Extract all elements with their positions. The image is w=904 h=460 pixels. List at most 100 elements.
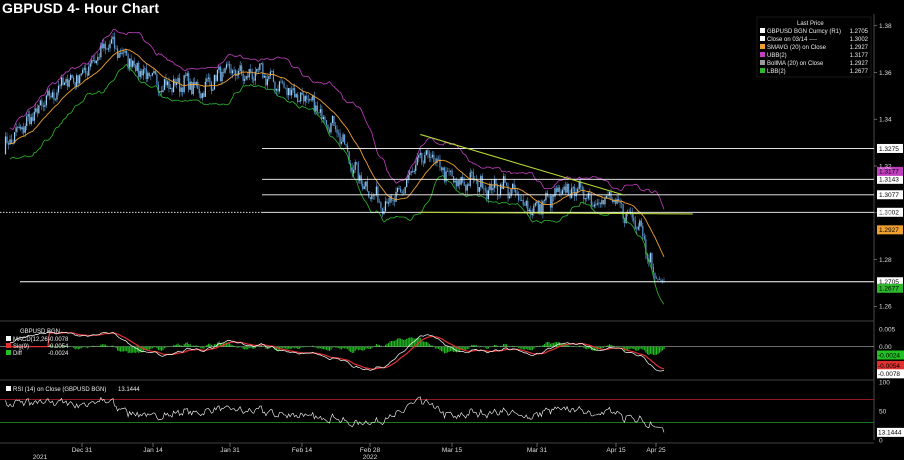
- macd-diff-bar: [198, 346, 200, 348]
- macd-diff-bar: [165, 346, 167, 348]
- price-candle-body: [557, 187, 559, 193]
- price-candle-body: [221, 71, 223, 82]
- macd-diff-bar: [654, 346, 656, 356]
- price-candle-body: [151, 73, 153, 76]
- price-candle-body: [203, 93, 205, 97]
- macd-diff-bar: [319, 346, 321, 349]
- macd-diff-bar: [556, 342, 558, 347]
- macd-diff-bar: [542, 345, 544, 347]
- macd-diff-bar: [250, 346, 252, 348]
- price-candle-body: [543, 200, 546, 201]
- price-candle-body: [613, 200, 615, 203]
- price-candle-body: [380, 202, 382, 209]
- price-candle-body: [339, 133, 341, 144]
- price-candle-body: [587, 192, 589, 199]
- macd-diff-bar: [394, 340, 396, 347]
- price-candle-body: [50, 95, 52, 98]
- price-candle-body: [368, 191, 370, 198]
- price-candle-body: [110, 39, 113, 44]
- price-candle-body: [200, 93, 202, 99]
- price-candle-body: [561, 190, 564, 195]
- price-candle-body: [231, 70, 234, 74]
- macd-diff-bar: [179, 344, 181, 347]
- price-candle-body: [280, 81, 282, 83]
- price-candle-body: [565, 186, 567, 193]
- macd-diff-bar: [512, 345, 514, 347]
- macd-diff-bar: [297, 346, 299, 349]
- legend-layer: Last Price GBPUSD BGN Curncy (R1) 1.2705 Cl…: [6, 16, 872, 393]
- legend-header: Last Price: [797, 21, 824, 27]
- macd-diff-bar: [353, 346, 355, 353]
- price-candle-body: [319, 109, 321, 113]
- macd-diff-bar: [509, 346, 511, 348]
- price-candle-body: [412, 171, 414, 173]
- price-candle-body: [26, 116, 28, 126]
- price-candle-body: [281, 81, 284, 83]
- price-candle-body: [651, 253, 653, 268]
- price-candle-body: [424, 154, 426, 164]
- price-candle-body: [103, 43, 105, 49]
- price-candle-body: [245, 75, 247, 79]
- price-candle-body: [91, 60, 93, 64]
- price-candle-body: [353, 169, 355, 174]
- price-candle-body: [549, 196, 552, 208]
- macd-diff-bar: [389, 341, 391, 347]
- price-candle-body: [356, 162, 358, 164]
- macd-diff-bar: [79, 346, 81, 349]
- macd-diff-bar: [282, 346, 284, 349]
- macd-diff-bar: [85, 346, 87, 348]
- macd-diff-bar: [487, 346, 490, 349]
- price-candle-body: [640, 220, 642, 226]
- macd-diff-bar: [338, 346, 340, 348]
- legend-swatch: [760, 52, 765, 57]
- price-candle-body: [328, 129, 331, 133]
- price-candle-body: [531, 213, 533, 216]
- price-candle-body: [546, 192, 549, 196]
- price-candle-body: [303, 94, 305, 102]
- macd-diff-bar: [110, 345, 113, 347]
- macd-diff-bar: [209, 343, 211, 347]
- macd-diff-bar: [230, 344, 232, 347]
- macd-diff-bar: [112, 345, 114, 347]
- level-tag-label: 1.3275: [879, 146, 899, 153]
- price-candle-body: [171, 88, 173, 93]
- price-candle-body: [36, 108, 38, 114]
- price-candle-body: [657, 278, 659, 280]
- macd-diff-bar: [649, 346, 651, 354]
- price-candle-body: [505, 182, 508, 186]
- macd-diff-bar: [120, 346, 122, 352]
- price-candle-body: [118, 52, 120, 58]
- macd-diff-bar: [660, 346, 662, 352]
- price-candle-body: [104, 43, 107, 50]
- macd-diff-bar: [298, 346, 300, 350]
- price-candle-body: [404, 187, 406, 194]
- macd-diff-bar: [407, 337, 409, 347]
- price-candle-body: [112, 36, 114, 40]
- macd-diff-bar: [173, 345, 175, 347]
- macd-diff-bar: [247, 346, 249, 350]
- price-candle-body: [291, 89, 293, 96]
- level-tag-label: 1.3143: [879, 177, 899, 184]
- macd-diff-bar: [295, 346, 297, 349]
- price-candle-body: [70, 75, 72, 81]
- price-candle-body: [189, 81, 191, 90]
- macd-diff-bar: [549, 343, 552, 347]
- macd-diff-bar: [336, 346, 338, 348]
- price-candle-body: [132, 60, 134, 67]
- price-candle-body: [430, 157, 432, 158]
- price-candle-body: [213, 74, 216, 90]
- macd-diff-bar: [587, 346, 589, 349]
- price-candle-body: [316, 105, 318, 113]
- macd-signal-line: [10, 331, 665, 370]
- legend-value: 1.2677: [850, 69, 869, 75]
- price-candle-body: [259, 63, 261, 70]
- price-candle-body: [10, 139, 13, 143]
- price-candle-body: [318, 112, 320, 113]
- price-candle-body: [345, 144, 347, 146]
- price-candle-body: [354, 162, 356, 170]
- macd-diff-bar: [238, 346, 240, 348]
- price-candle-body: [634, 220, 636, 229]
- price-candle-body: [269, 71, 272, 76]
- price-candle-body: [85, 67, 87, 74]
- macd-diff-bar: [157, 346, 160, 350]
